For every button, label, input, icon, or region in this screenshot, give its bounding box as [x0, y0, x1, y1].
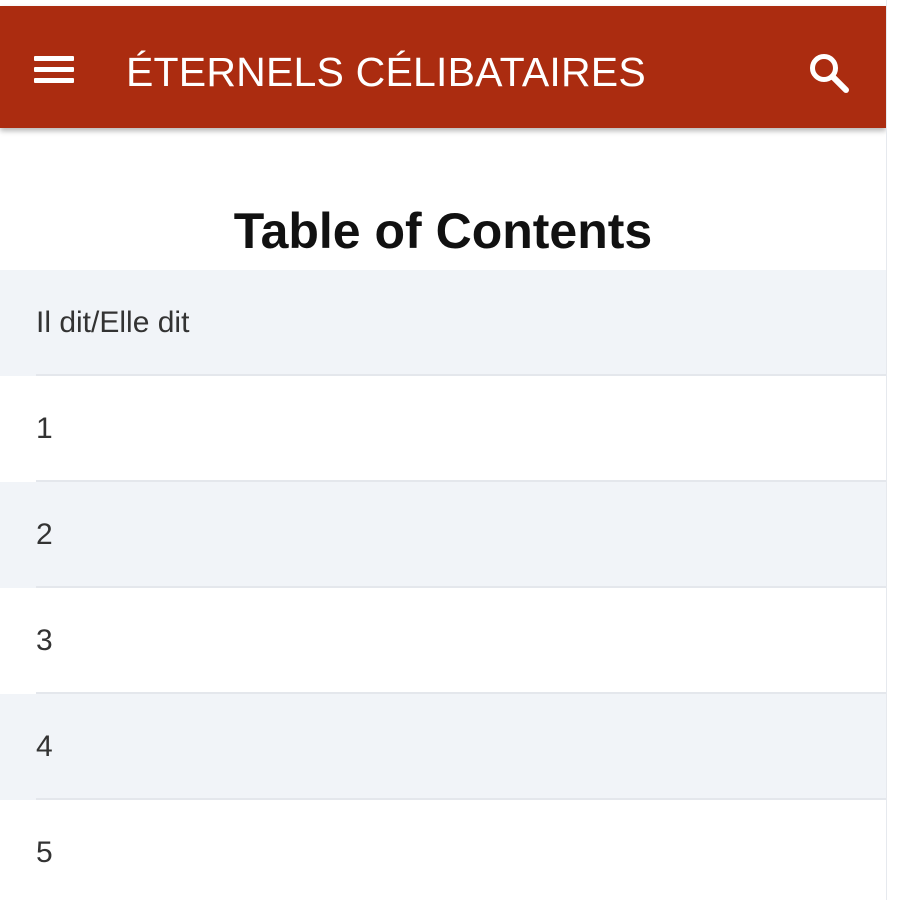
toc-item-4[interactable]: 4	[0, 694, 886, 800]
toc-item-il-dit-elle-dit[interactable]: Il dit/Elle dit	[0, 270, 886, 376]
toc-item-5[interactable]: 5	[0, 800, 886, 900]
toc-item-label: 3	[36, 624, 53, 657]
page-title: Table of Contents	[233, 202, 653, 259]
toc-item-2[interactable]: 2	[0, 482, 886, 588]
app-bar: ÉTERNELS CÉLIBATAIRES	[0, 6, 886, 128]
toc-item-label: Il dit/Elle dit	[36, 306, 190, 339]
search-icon	[810, 54, 849, 93]
main-content: ÉTERNELS CÉLIBATAIRES Table of Contents …	[0, 0, 886, 900]
toc-item-3[interactable]: 3	[0, 588, 886, 694]
toc-item-label: 4	[36, 730, 53, 763]
hamburger-menu-icon	[34, 56, 74, 84]
window-edge	[886, 0, 900, 900]
menu-button[interactable]	[26, 42, 82, 98]
toc-item-label: 2	[36, 518, 53, 551]
toc-item-label: 5	[36, 836, 53, 869]
table-of-contents-list: Il dit/Elle dit 1 2 3 4 5	[0, 270, 886, 900]
app-title: ÉTERNELS CÉLIBATAIRES	[126, 49, 646, 95]
toc-item-1[interactable]: 1	[0, 376, 886, 482]
app-screen: ÉTERNELS CÉLIBATAIRES Table of Contents …	[0, 0, 900, 900]
toc-item-label: 1	[36, 412, 53, 445]
search-button[interactable]	[802, 46, 858, 102]
